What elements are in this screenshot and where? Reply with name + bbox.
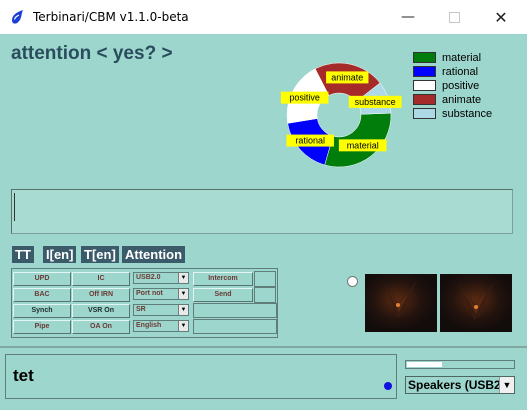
legend-swatch (413, 94, 436, 105)
window-title: Terbinari/CBM v1.1.0-beta (33, 10, 189, 24)
vsr-on-button[interactable]: VSR On (72, 304, 130, 318)
chevron-down-icon: ▼ (499, 377, 514, 393)
legend-item-material: material (413, 51, 481, 64)
speaker-select-value: Speakers (USB2 (408, 378, 501, 392)
attention-heading: attention < yes? > (11, 43, 173, 64)
usb-select-value: USB2.0 (136, 274, 161, 281)
port-select-value: Port not (136, 290, 163, 297)
command-input[interactable] (11, 189, 513, 234)
slice-label-positive: positive (280, 91, 329, 104)
video-frame-image (440, 274, 512, 332)
svg-text:material: material (347, 140, 379, 150)
legend-swatch (413, 66, 436, 77)
tab-attention[interactable]: Attention (122, 246, 186, 263)
audio-level-fill (407, 362, 442, 367)
blue-drop-icon (9, 9, 25, 30)
language-value-field[interactable] (193, 319, 277, 334)
slice-label-animate: animate (326, 71, 369, 84)
pipe-button[interactable]: Pipe (13, 320, 71, 334)
language-select[interactable]: English ▼ (133, 320, 189, 332)
legend-label: animate (442, 93, 482, 106)
slice-label-rational: rational (286, 134, 335, 147)
legend-item-positive: positive (413, 79, 479, 92)
tab-i-en[interactable]: I[en] (43, 246, 77, 263)
tab-t-en[interactable]: T[en] (81, 246, 119, 263)
speaker-select[interactable]: Speakers (USB2 ▼ (405, 376, 515, 394)
audio-level-meter (405, 360, 515, 369)
tab-tt[interactable]: TT (12, 246, 34, 263)
svg-text:positive: positive (289, 93, 320, 103)
video-frame-image (365, 274, 437, 332)
port-select[interactable]: Port not ▼ (133, 288, 189, 300)
video-toggle-radio[interactable] (347, 276, 358, 287)
maximize-button[interactable] (431, 0, 477, 34)
status-dot-icon (384, 382, 392, 390)
sr-select[interactable]: SR ▼ (133, 304, 189, 316)
sr-select-value: SR (136, 306, 146, 313)
oa-on-button[interactable]: OA On (72, 320, 130, 334)
legend-swatch (413, 80, 436, 91)
svg-text:animate: animate (331, 72, 363, 82)
chevron-down-icon: ▼ (178, 289, 188, 299)
footer-divider (0, 346, 527, 348)
off-irn-button[interactable]: Off IRN (72, 288, 130, 302)
legend-item-substance: substance (413, 107, 492, 120)
intercom-status-field (254, 271, 276, 287)
chevron-down-icon: ▼ (178, 273, 188, 283)
chevron-down-icon: ▼ (178, 305, 188, 315)
send-status-field (254, 287, 276, 303)
slice-label-substance: substance (348, 95, 402, 108)
local-video-preview (365, 274, 437, 332)
legend-label: substance (442, 107, 493, 120)
bac-button[interactable]: BAC (13, 288, 71, 302)
remote-video-preview (440, 274, 512, 332)
attention-donut-chart: material rational positive animate substance (280, 62, 402, 168)
sr-value-field[interactable] (193, 303, 277, 318)
text-cursor (14, 193, 15, 221)
legend-item-rational: rational (413, 65, 478, 78)
chat-box[interactable] (5, 354, 397, 399)
legend-label: rational (442, 65, 479, 78)
legend-item-animate: animate (413, 93, 481, 106)
upd-button[interactable]: UPD (13, 272, 71, 286)
chat-text: tet (13, 366, 34, 385)
ic-button[interactable]: IC (72, 272, 130, 286)
slice-label-material: material (338, 139, 387, 152)
svg-text:rational: rational (295, 136, 325, 146)
legend-swatch (413, 52, 436, 63)
usb-select[interactable]: USB2.0 ▼ (133, 272, 189, 284)
chevron-down-icon: ▼ (178, 321, 188, 331)
synch-button[interactable]: Synch (13, 304, 71, 318)
close-button[interactable]: ✕ (478, 0, 524, 34)
svg-text:substance: substance (355, 97, 396, 107)
legend-swatch (413, 108, 436, 119)
intercom-button[interactable]: Intercom (193, 272, 253, 286)
legend-label: positive (442, 79, 480, 92)
minimize-button[interactable]: — (385, 0, 431, 34)
maximize-icon (448, 11, 460, 23)
legend-label: material (442, 51, 482, 64)
send-button[interactable]: Send (193, 288, 253, 302)
language-select-value: English (136, 322, 162, 329)
